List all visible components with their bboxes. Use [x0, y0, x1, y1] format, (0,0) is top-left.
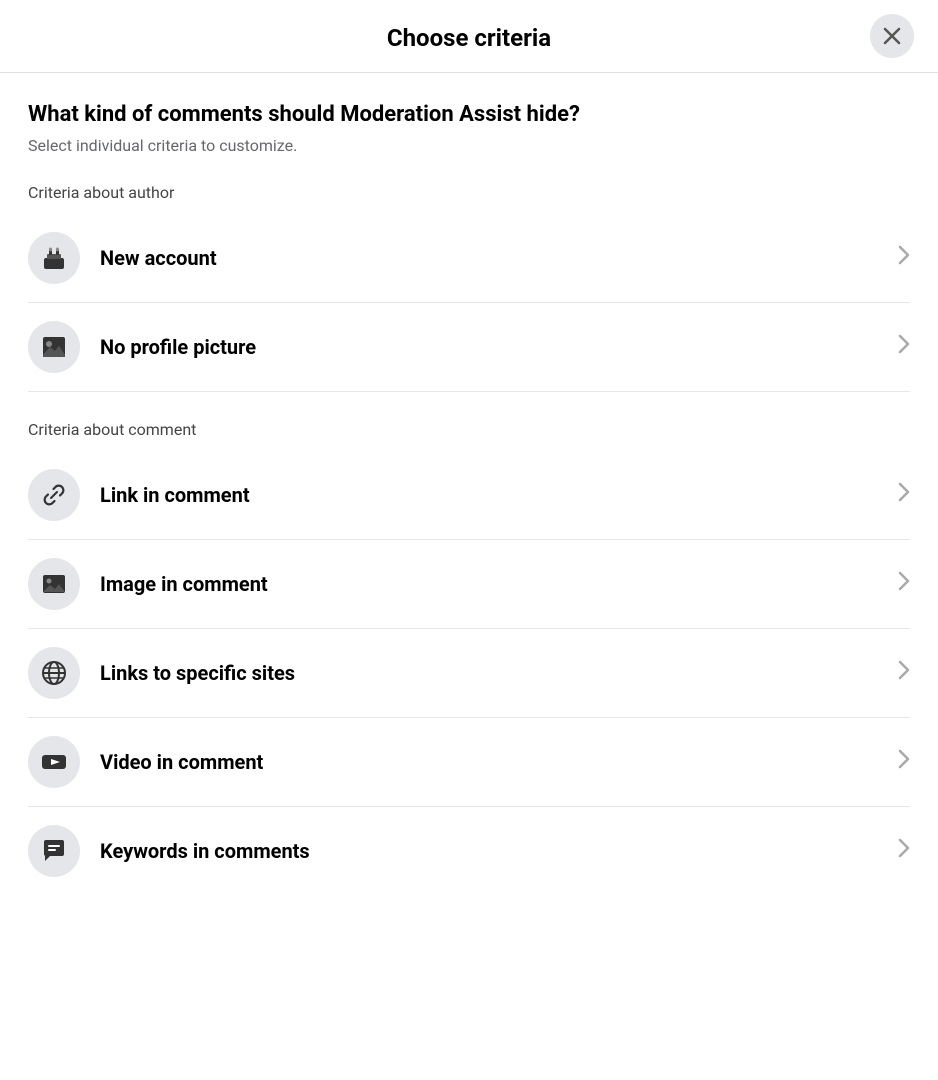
image-in-comment-chevron [898, 571, 910, 596]
page-title: Choose criteria [387, 24, 551, 52]
video-in-comment-chevron [898, 749, 910, 774]
image-icon [40, 570, 68, 598]
globe-icon [40, 659, 68, 687]
content: What kind of comments should Moderation … [0, 73, 938, 947]
video-icon-container [28, 736, 80, 788]
header: Choose criteria [0, 0, 938, 73]
section-author-label: Criteria about author [28, 183, 910, 202]
criteria-item-links-to-specific-sites[interactable]: Links to specific sites [28, 629, 910, 718]
criteria-item-link-in-comment[interactable]: Link in comment [28, 451, 910, 540]
link-icon-container [28, 469, 80, 521]
criteria-item-video-in-comment[interactable]: Video in comment [28, 718, 910, 807]
link-in-comment-label: Link in comment [100, 483, 250, 507]
no-profile-picture-icon-container [28, 321, 80, 373]
image-in-comment-label: Image in comment [100, 572, 268, 596]
no-profile-picture-chevron [898, 334, 910, 359]
criteria-author-list: New account [28, 214, 910, 392]
close-icon [883, 27, 901, 45]
no-profile-picture-label: No profile picture [100, 335, 256, 359]
keywords-in-comments-chevron [898, 838, 910, 863]
cake-icon [40, 244, 68, 272]
section-comment-label: Criteria about comment [28, 420, 910, 439]
link-icon [40, 481, 68, 509]
video-icon [40, 748, 68, 776]
criteria-comment-list: Link in comment [28, 451, 910, 895]
section-comment: Criteria about comment Link in comment [28, 420, 910, 895]
subtitle: Select individual criteria to customize. [28, 136, 910, 155]
criteria-item-keywords-in-comments[interactable]: Keywords in comments [28, 807, 910, 895]
links-to-specific-sites-chevron [898, 660, 910, 685]
video-in-comment-label: Video in comment [100, 750, 263, 774]
criteria-item-no-profile-picture[interactable]: No profile picture [28, 303, 910, 392]
criteria-item-new-account[interactable]: New account [28, 214, 910, 303]
new-account-icon-container [28, 232, 80, 284]
keyword-icon [40, 837, 68, 865]
new-account-chevron [898, 245, 910, 270]
criteria-item-image-in-comment[interactable]: Image in comment [28, 540, 910, 629]
main-question: What kind of comments should Moderation … [28, 101, 910, 130]
globe-icon-container [28, 647, 80, 699]
section-author: Criteria about author [28, 183, 910, 392]
keywords-in-comments-label: Keywords in comments [100, 839, 310, 863]
new-account-label: New account [100, 246, 217, 270]
keyword-icon-container [28, 825, 80, 877]
link-in-comment-chevron [898, 482, 910, 507]
profile-icon [40, 333, 68, 361]
links-to-specific-sites-label: Links to specific sites [100, 661, 295, 685]
image-icon-container [28, 558, 80, 610]
close-button[interactable] [870, 14, 914, 58]
